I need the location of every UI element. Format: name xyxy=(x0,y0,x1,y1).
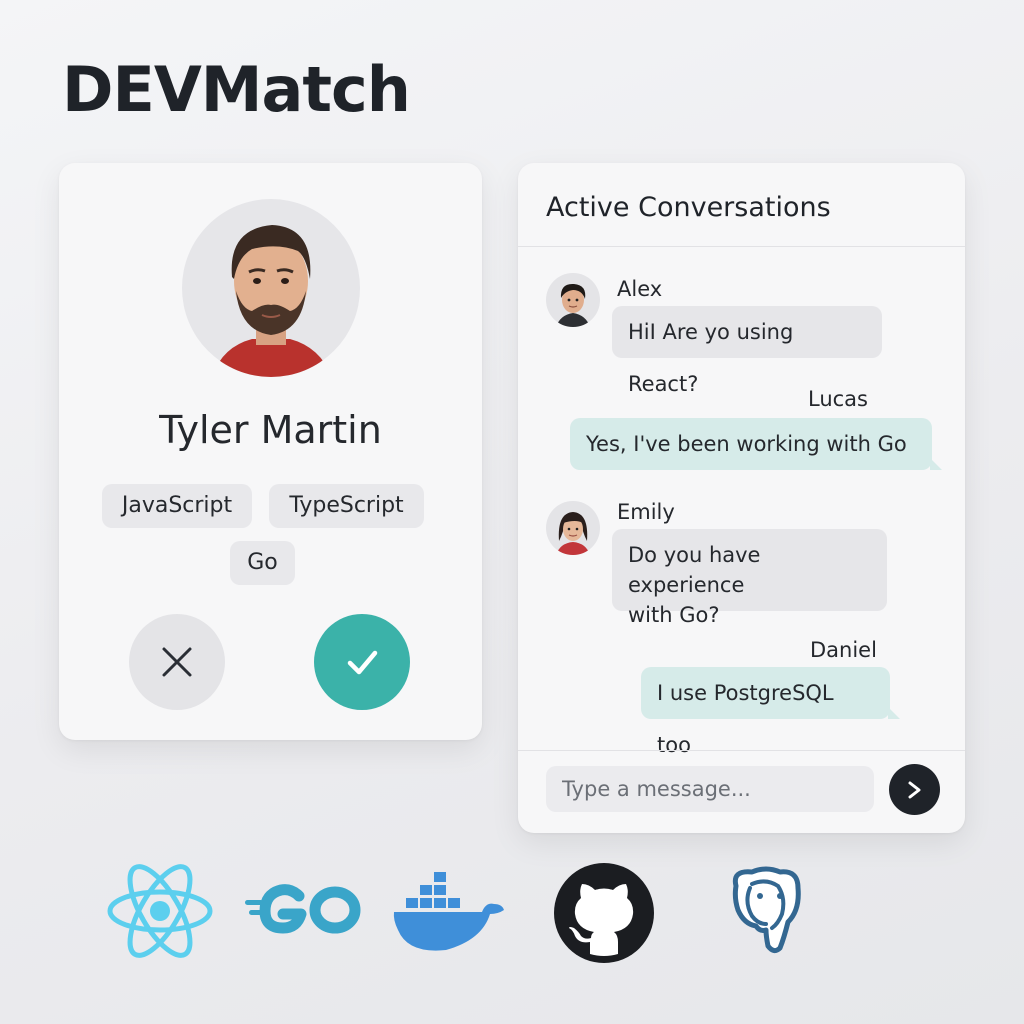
avatar-emily[interactable] xyxy=(546,501,600,555)
profile-card: Tyler Martin JavaScript TypeScript Go xyxy=(59,163,482,740)
docker-logo xyxy=(390,870,506,956)
panel-title: Active Conversations xyxy=(546,192,831,223)
skill-tag: Go xyxy=(230,541,295,585)
message-bubble: Do you have experience with Go? xyxy=(612,529,887,627)
sender-name: Emily xyxy=(617,500,675,524)
react-logo xyxy=(105,860,215,962)
reject-button[interactable] xyxy=(129,614,225,710)
message-line: with Go? xyxy=(628,603,720,627)
sender-name: Daniel xyxy=(810,638,877,662)
send-button[interactable] xyxy=(889,764,940,815)
message-bubble: Yes, I've been working with Go xyxy=(570,418,942,470)
message-line: Do you have experience xyxy=(628,543,761,597)
arrow-right-icon xyxy=(908,781,920,798)
close-icon xyxy=(162,647,192,677)
divider xyxy=(518,750,965,751)
message-bubble: HiI Are yo using React? xyxy=(612,306,882,396)
check-icon xyxy=(347,650,378,675)
profile-avatar xyxy=(182,199,360,377)
postgresql-logo xyxy=(722,866,808,956)
sender-name: Alex xyxy=(617,277,663,301)
profile-name: Tyler Martin xyxy=(159,408,382,452)
conversations-panel: Active Conversations Alex HiI Are yo usi… xyxy=(518,163,965,833)
github-logo xyxy=(553,862,655,964)
skill-tag: TypeScript xyxy=(269,484,424,528)
sender-name: Lucas xyxy=(808,387,868,411)
accept-button[interactable] xyxy=(314,614,410,710)
go-logo xyxy=(243,878,365,940)
divider xyxy=(518,246,965,247)
skill-tag: JavaScript xyxy=(102,484,252,528)
app-title: DEVMatch xyxy=(62,53,411,126)
avatar-alex[interactable] xyxy=(546,273,600,327)
message-input[interactable] xyxy=(546,766,874,812)
message-bubble: I use PostgreSQL too xyxy=(641,667,900,757)
